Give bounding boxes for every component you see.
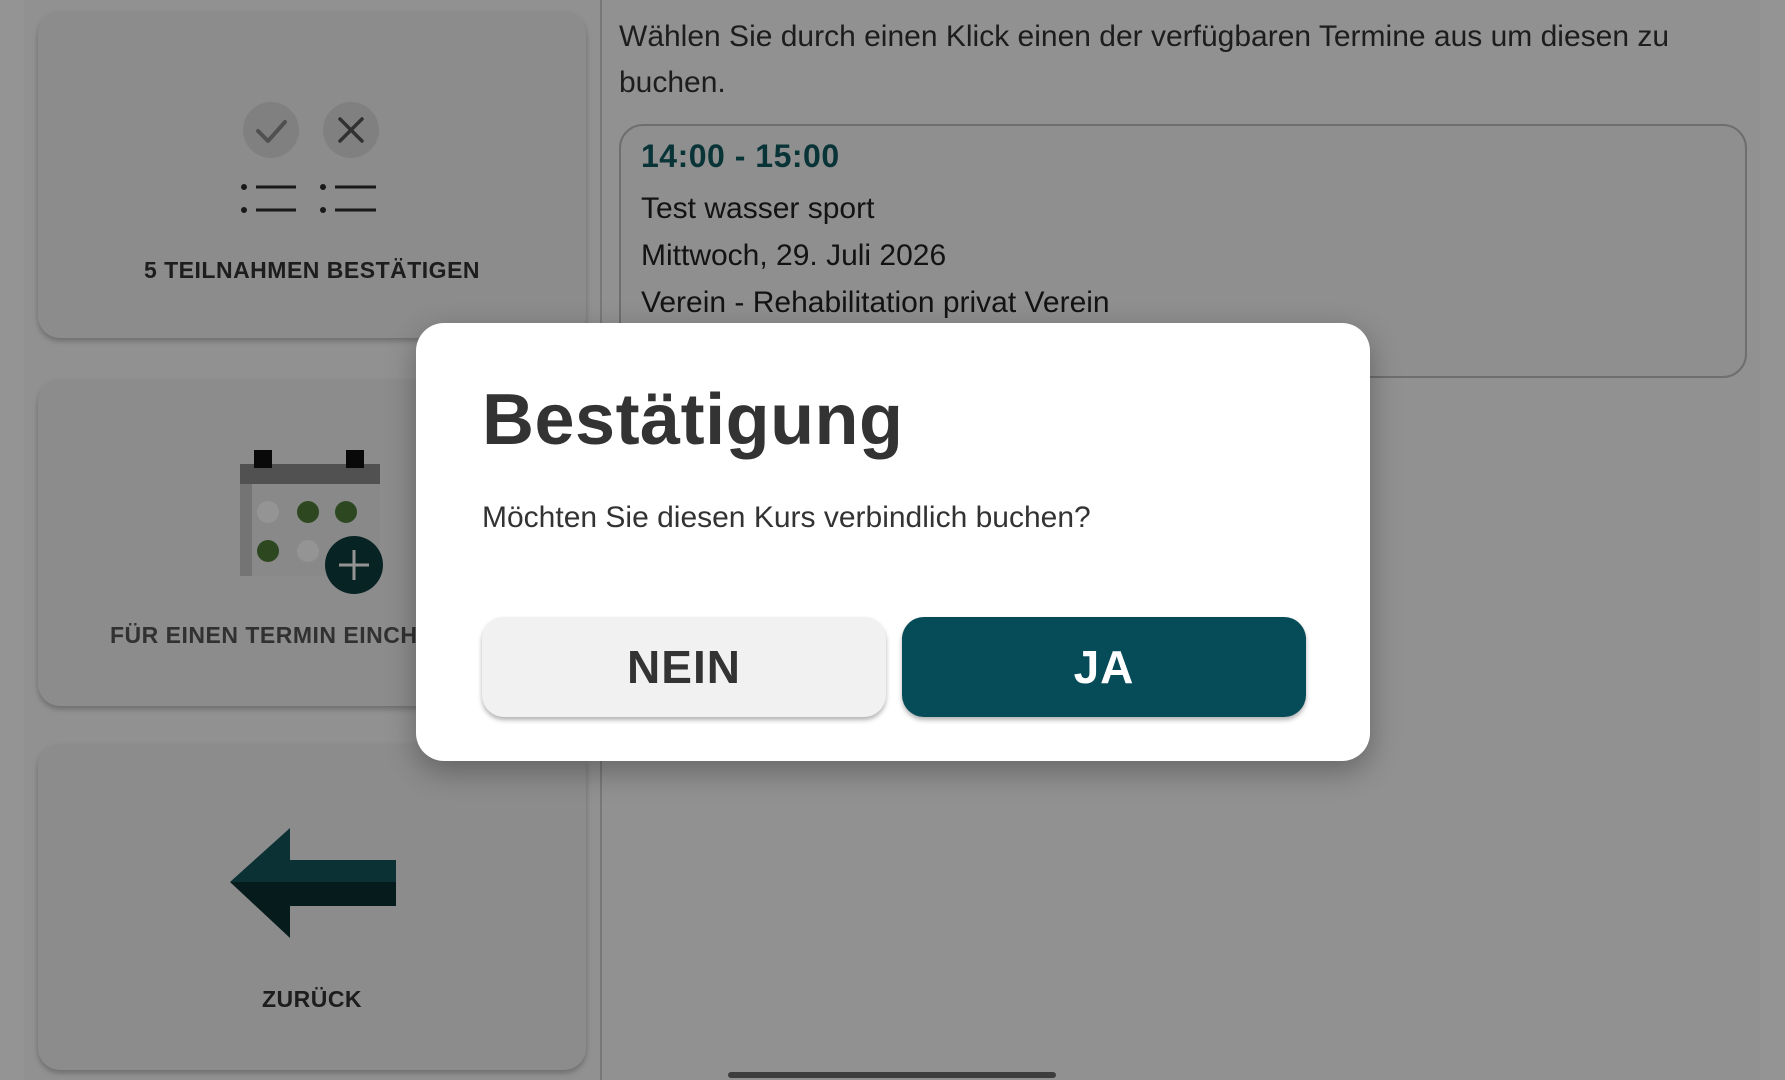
dialog-title: Bestätigung xyxy=(482,380,904,460)
no-button[interactable]: NEIN xyxy=(482,617,886,717)
app-root: 5 TEILNAHMEN BESTÄTIGEN FÜR EINEN TERMIN… xyxy=(0,0,1785,1080)
dialog-message: Möchten Sie diesen Kurs verbindlich buch… xyxy=(482,501,1091,534)
yes-button[interactable]: JA xyxy=(902,617,1306,717)
confirmation-dialog: Bestätigung Möchten Sie diesen Kurs verb… xyxy=(416,323,1370,761)
